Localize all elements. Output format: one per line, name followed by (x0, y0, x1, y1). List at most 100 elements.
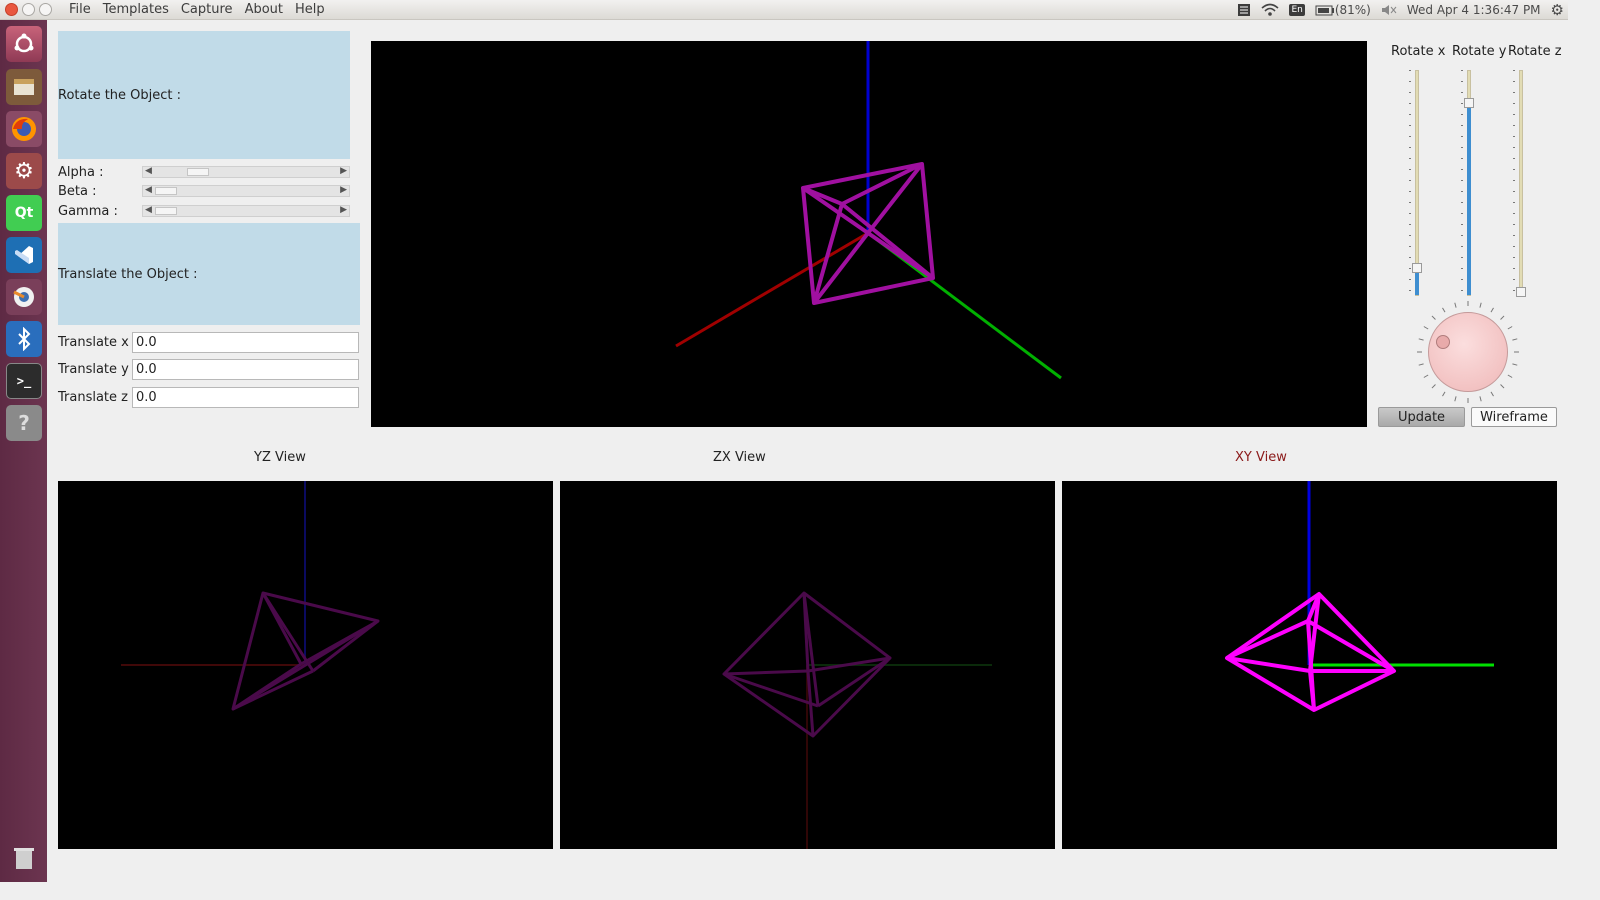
gear-icon[interactable]: ⚙ (1551, 1, 1564, 19)
xy-canvas (1225, 481, 1494, 712)
dial-tick (1500, 384, 1505, 389)
alpha-slider[interactable]: ◀ ▶ (142, 166, 350, 178)
rotate-section: Rotate the Object : (58, 31, 350, 159)
menu-about[interactable]: About (239, 2, 289, 18)
dial-tick (1423, 374, 1429, 378)
arrow-right-icon[interactable]: ▶ (340, 205, 347, 215)
rotation-dial[interactable] (1428, 312, 1508, 392)
beta-slider[interactable]: ◀ ▶ (142, 185, 350, 197)
arrow-right-icon[interactable]: ▶ (340, 166, 347, 176)
gamma-slider[interactable]: ◀ ▶ (142, 205, 350, 217)
rotate-z-slider[interactable] (1516, 70, 1526, 297)
alpha-slider-handle[interactable] (187, 168, 209, 176)
beta-label: Beta : (58, 184, 97, 199)
dial-tick (1418, 363, 1424, 366)
blender-icon[interactable] (6, 279, 42, 315)
dial-tick (1442, 391, 1446, 397)
rotate-z-handle[interactable] (1516, 287, 1526, 297)
dial-knob[interactable] (1436, 335, 1450, 349)
gamma-label: Gamma : (58, 204, 118, 219)
rotate-x-handle[interactable] (1412, 263, 1422, 273)
rotate-y-label: Rotate y (1452, 44, 1507, 59)
dial-tick (1423, 326, 1429, 330)
system-settings-icon[interactable]: ⚙ (6, 153, 42, 189)
arrow-left-icon[interactable]: ◀ (145, 185, 152, 195)
system-tray: En (81%) Wed Apr 4 1:36:47 PM ⚙ (1227, 0, 1568, 20)
terminal-icon[interactable]: >_ (6, 363, 42, 399)
dial-tick (1500, 315, 1505, 320)
rotate-x-label: Rotate x (1391, 44, 1446, 59)
volume-muted-icon[interactable] (1381, 4, 1397, 16)
menu-help[interactable]: Help (289, 2, 331, 18)
translate-x-label: Translate x : (58, 335, 138, 350)
rotate-z-ticks (1513, 70, 1515, 296)
dial-tick (1431, 315, 1436, 320)
dial-tick (1479, 396, 1482, 402)
x-axis (675, 231, 869, 348)
dial-tick (1507, 374, 1513, 378)
bluetooth-icon[interactable] (6, 321, 42, 357)
rotate-header: Rotate the Object : (58, 88, 182, 103)
beta-slider-handle[interactable] (155, 187, 177, 195)
menu-file[interactable]: File (63, 2, 97, 18)
perspective-viewport[interactable] (371, 41, 1367, 427)
battery-icon (1315, 5, 1334, 16)
window-minimize-button[interactable] (22, 3, 35, 16)
yz-view-title: YZ View (254, 450, 306, 465)
window-maximize-button[interactable] (39, 3, 52, 16)
dial-tick (1418, 338, 1424, 341)
dial-tick (1507, 326, 1513, 330)
battery-indicator[interactable]: (81%) (1315, 3, 1371, 17)
gamma-slider-handle[interactable] (155, 207, 177, 215)
yz-viewport[interactable] (58, 481, 553, 849)
files-icon[interactable] (6, 69, 42, 105)
translate-z-label: Translate z : (58, 390, 137, 405)
menu-bar: File Templates Capture About Help (63, 2, 331, 18)
wifi-icon[interactable] (1261, 3, 1279, 17)
clock[interactable]: Wed Apr 4 1:36:47 PM (1407, 3, 1541, 17)
arrow-right-icon[interactable]: ▶ (340, 185, 347, 195)
dial-tick (1479, 302, 1482, 308)
alpha-label: Alpha : (58, 165, 104, 180)
vscode-icon[interactable] (6, 237, 42, 273)
rotate-y-ticks (1461, 70, 1463, 296)
trash-icon[interactable] (6, 840, 42, 876)
menu-templates[interactable]: Templates (97, 2, 175, 18)
dial-tick (1442, 307, 1446, 313)
octahedron-wireframe (1225, 592, 1396, 712)
translate-header: Translate the Object : (58, 267, 198, 282)
translate-y-label: Translate y : (58, 362, 138, 377)
list-icon[interactable] (1237, 3, 1251, 17)
dial-tick (1490, 391, 1494, 397)
zx-viewport[interactable] (560, 481, 1055, 849)
help-icon[interactable]: ? (6, 405, 42, 441)
dial-tick (1431, 384, 1436, 389)
arrow-left-icon[interactable]: ◀ (145, 166, 152, 176)
xy-viewport[interactable] (1062, 481, 1557, 849)
rotate-y-handle[interactable] (1464, 98, 1474, 108)
ubuntu-dash-icon[interactable] (6, 26, 42, 62)
yz-canvas (121, 481, 380, 711)
perspective-canvas (675, 41, 1062, 380)
window-close-button[interactable] (5, 3, 18, 16)
translate-y-input[interactable] (132, 359, 359, 380)
top-panel: File Templates Capture About Help En (81… (0, 0, 1568, 20)
launcher: ⚙ Qt >_ ? (0, 20, 47, 882)
arrow-left-icon[interactable]: ◀ (145, 205, 152, 215)
translate-x-input[interactable] (132, 332, 359, 353)
battery-percent: (81%) (1334, 3, 1371, 17)
rotate-x-slider[interactable] (1412, 70, 1422, 296)
rotate-y-slider[interactable] (1464, 70, 1474, 296)
keyboard-layout-indicator[interactable]: En (1289, 4, 1305, 16)
qt-creator-icon[interactable]: Qt (6, 195, 42, 231)
dial-tick (1490, 307, 1494, 313)
update-button[interactable]: Update (1378, 407, 1465, 427)
translate-section: Translate the Object : (58, 223, 360, 325)
menu-capture[interactable]: Capture (175, 2, 239, 18)
firefox-icon[interactable] (6, 111, 42, 147)
wireframe-button[interactable]: Wireframe (1471, 407, 1557, 427)
translate-z-input[interactable] (132, 387, 359, 408)
dial-tick (1512, 338, 1518, 341)
dial-tick (1454, 396, 1457, 402)
dial-tick (1454, 302, 1457, 308)
